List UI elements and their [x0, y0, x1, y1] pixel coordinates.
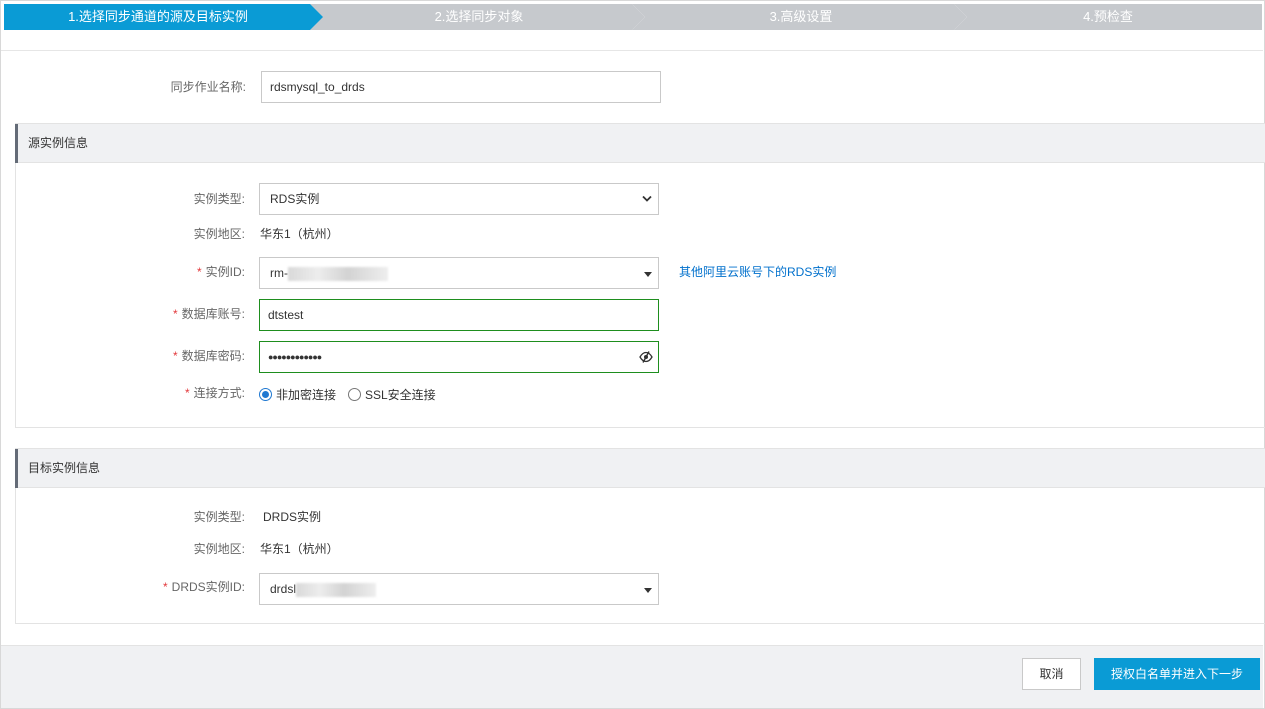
- source-region-label: 实例地区:: [193, 227, 245, 241]
- step-3: 3.高级设置: [632, 4, 970, 30]
- radio-non-encrypted[interactable]: 非加密连接: [259, 386, 336, 403]
- step-2: 2.选择同步对象: [310, 4, 648, 30]
- source-password-input[interactable]: ●●●●●●●●●●●●: [259, 341, 659, 373]
- step-4-label: 4.预检查: [1083, 9, 1133, 24]
- source-section-header: 源实例信息: [15, 124, 1265, 163]
- step-3-label: 3.高级设置: [769, 9, 833, 24]
- source-account-label: * 数据库账号:: [172, 307, 245, 321]
- radio-dot-selected[interactable]: [259, 388, 272, 401]
- target-type-label: 实例类型:: [193, 510, 245, 524]
- source-instance-id-select[interactable]: rm-: [259, 257, 659, 289]
- target-id-label: * DRDS实例ID:: [162, 580, 245, 594]
- authorize-next-button[interactable]: 授权白名单并进入下一步: [1094, 658, 1260, 690]
- radio-ssl[interactable]: SSL安全连接: [348, 386, 436, 403]
- eye-slash-icon[interactable]: [639, 351, 653, 363]
- redacted-id: [296, 582, 377, 597]
- target-section-title: 目标实例信息: [28, 461, 101, 475]
- step-2-label: 2.选择同步对象: [434, 9, 524, 24]
- chevron-down-icon: [642, 195, 652, 202]
- source-type-select[interactable]: RDS实例: [259, 183, 659, 215]
- target-section-header: 目标实例信息: [15, 449, 1265, 488]
- job-name-input[interactable]: rdsmysql_to_drds: [261, 71, 661, 103]
- section-accent-bar: [15, 449, 18, 488]
- target-region-value: 华东1（杭州）: [260, 542, 339, 556]
- step-4: 4.预检查: [954, 4, 1262, 30]
- target-type-value: DRDS实例: [263, 510, 322, 524]
- redacted-id: [288, 266, 388, 281]
- step-1: 1.选择同步通道的源及目标实例: [4, 4, 326, 30]
- required-mark: *: [162, 580, 168, 594]
- caret-down-icon: [644, 588, 652, 593]
- source-type-value: RDS实例: [270, 192, 320, 206]
- source-password-label: * 数据库密码:: [172, 349, 245, 363]
- source-account-input[interactable]: dtstest: [259, 299, 659, 331]
- required-mark: *: [172, 349, 178, 363]
- source-type-label: 实例类型:: [193, 192, 245, 206]
- source-section-title: 源实例信息: [28, 136, 89, 150]
- required-mark: *: [196, 265, 202, 279]
- required-mark: *: [184, 386, 190, 400]
- cancel-button[interactable]: 取消: [1022, 658, 1081, 690]
- password-mask: ●●●●●●●●●●●●: [268, 352, 322, 362]
- top-divider: [1, 50, 1263, 51]
- target-region-label: 实例地区:: [193, 542, 245, 556]
- radio-dot[interactable]: [348, 388, 361, 401]
- wizard-steps: 1.选择同步通道的源及目标实例 2.选择同步对象 3.高级设置 4.预检查: [4, 4, 1262, 30]
- required-mark: *: [172, 307, 178, 321]
- target-instance-id-value: drdsl: [270, 582, 297, 596]
- source-instance-id-value: rm-: [270, 266, 288, 280]
- radio-ssl-label: SSL安全连接: [365, 388, 436, 402]
- step-1-label: 1.选择同步通道的源及目标实例: [68, 9, 248, 24]
- radio-non-encrypted-label: 非加密连接: [276, 388, 337, 402]
- connection-label: * 连接方式:: [184, 386, 245, 400]
- source-id-label: * 实例ID:: [196, 265, 245, 279]
- job-name-label: 同步作业名称:: [170, 80, 246, 94]
- source-region-value: 华东1（杭州）: [260, 227, 339, 241]
- caret-down-icon: [644, 272, 652, 277]
- section-accent-bar: [15, 124, 18, 163]
- other-account-rds-link[interactable]: 其他阿里云账号下的RDS实例: [679, 262, 836, 282]
- target-instance-id-select[interactable]: drdsl: [259, 573, 659, 605]
